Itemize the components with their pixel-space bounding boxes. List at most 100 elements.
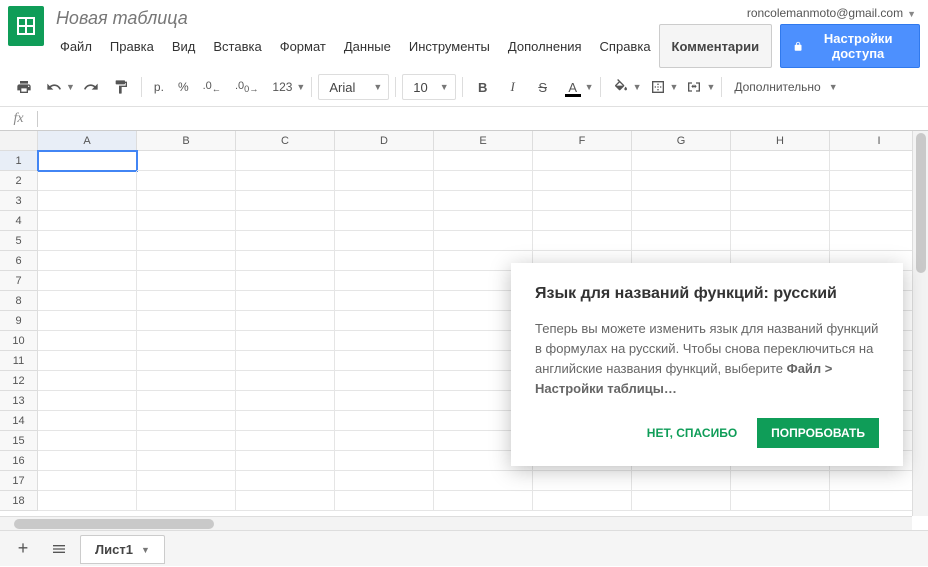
row-header[interactable]: 14	[0, 411, 38, 431]
document-title[interactable]: Новая таблица	[52, 6, 659, 31]
cell[interactable]	[533, 191, 632, 211]
cell[interactable]	[335, 451, 434, 471]
more-button[interactable]: Дополнительно▼	[728, 80, 837, 94]
sheets-logo[interactable]	[8, 6, 44, 46]
cell[interactable]	[38, 231, 137, 251]
fx-label[interactable]: fx	[0, 111, 38, 127]
menu-tools[interactable]: Инструменты	[401, 35, 498, 58]
cell[interactable]	[38, 151, 137, 171]
cell[interactable]	[632, 471, 731, 491]
cell[interactable]	[236, 151, 335, 171]
cell[interactable]	[632, 191, 731, 211]
cell[interactable]	[731, 171, 830, 191]
font-select[interactable]: Arial▼	[318, 74, 389, 100]
column-header[interactable]: G	[632, 131, 731, 151]
row-header[interactable]: 7	[0, 271, 38, 291]
percent-format[interactable]: %	[172, 80, 195, 94]
cell[interactable]	[38, 251, 137, 271]
comments-button[interactable]: Комментарии	[659, 24, 773, 68]
cell[interactable]	[137, 191, 236, 211]
column-header[interactable]: B	[137, 131, 236, 151]
cell[interactable]	[236, 451, 335, 471]
cell[interactable]	[38, 171, 137, 191]
all-sheets-button[interactable]	[44, 536, 74, 562]
cell[interactable]	[731, 231, 830, 251]
cell[interactable]	[236, 371, 335, 391]
cell[interactable]	[38, 211, 137, 231]
cell[interactable]	[236, 231, 335, 251]
cell[interactable]	[236, 471, 335, 491]
cell[interactable]	[731, 471, 830, 491]
print-icon[interactable]	[10, 74, 38, 100]
cell[interactable]	[434, 151, 533, 171]
row-header[interactable]: 18	[0, 491, 38, 511]
cell[interactable]	[632, 171, 731, 191]
menu-help[interactable]: Справка	[592, 35, 659, 58]
horizontal-scrollbar[interactable]	[0, 516, 912, 530]
cell[interactable]	[434, 171, 533, 191]
row-header[interactable]: 3	[0, 191, 38, 211]
cell[interactable]	[335, 191, 434, 211]
cell[interactable]	[335, 311, 434, 331]
row-header[interactable]: 2	[0, 171, 38, 191]
column-header[interactable]: D	[335, 131, 434, 151]
cell[interactable]	[236, 271, 335, 291]
cell[interactable]	[731, 191, 830, 211]
cell[interactable]	[137, 171, 236, 191]
cell[interactable]	[137, 211, 236, 231]
cell[interactable]	[236, 331, 335, 351]
select-all-corner[interactable]	[0, 131, 38, 151]
cell[interactable]	[38, 351, 137, 371]
merge-button[interactable]: ▼	[680, 74, 715, 100]
dialog-try-button[interactable]: ПОПРОБОВАТЬ	[757, 418, 879, 448]
menu-addons[interactable]: Дополнения	[500, 35, 590, 58]
dialog-no-button[interactable]: НЕТ, СПАСИБО	[633, 418, 751, 448]
column-header[interactable]: E	[434, 131, 533, 151]
cell[interactable]	[236, 291, 335, 311]
cell[interactable]	[236, 171, 335, 191]
cell[interactable]	[335, 491, 434, 511]
cell[interactable]	[137, 231, 236, 251]
cell[interactable]	[731, 491, 830, 511]
cell[interactable]	[137, 451, 236, 471]
column-header[interactable]: H	[731, 131, 830, 151]
add-sheet-button[interactable]: +	[8, 536, 38, 562]
menu-edit[interactable]: Правка	[102, 35, 162, 58]
row-header[interactable]: 6	[0, 251, 38, 271]
row-header[interactable]: 15	[0, 431, 38, 451]
row-header[interactable]: 16	[0, 451, 38, 471]
cell[interactable]	[137, 471, 236, 491]
decrease-decimal[interactable]: .0←	[197, 80, 227, 94]
fill-color-button[interactable]: ▼	[607, 74, 642, 100]
cell[interactable]	[533, 471, 632, 491]
menu-format[interactable]: Формат	[272, 35, 334, 58]
currency-format[interactable]: р.	[148, 80, 170, 94]
menu-view[interactable]: Вид	[164, 35, 204, 58]
cell[interactable]	[38, 431, 137, 451]
bold-button[interactable]: B	[469, 74, 497, 100]
cell[interactable]	[335, 351, 434, 371]
cell[interactable]	[533, 211, 632, 231]
cell[interactable]	[38, 291, 137, 311]
undo-button[interactable]: ▼	[40, 74, 75, 100]
text-color-button[interactable]: A▼	[559, 74, 594, 100]
cell[interactable]	[335, 331, 434, 351]
cell[interactable]	[236, 251, 335, 271]
cell[interactable]	[434, 491, 533, 511]
row-header[interactable]: 8	[0, 291, 38, 311]
cell[interactable]	[434, 471, 533, 491]
cell[interactable]	[38, 311, 137, 331]
row-header[interactable]: 13	[0, 391, 38, 411]
cell[interactable]	[38, 491, 137, 511]
cell[interactable]	[236, 431, 335, 451]
row-header[interactable]: 1	[0, 151, 38, 171]
share-button[interactable]: Настройки доступа	[780, 24, 920, 68]
cell[interactable]	[335, 411, 434, 431]
cell[interactable]	[335, 271, 434, 291]
cell[interactable]	[533, 491, 632, 511]
column-header[interactable]: A	[38, 131, 137, 151]
cell[interactable]	[38, 331, 137, 351]
cell[interactable]	[335, 251, 434, 271]
cell[interactable]	[38, 271, 137, 291]
cell[interactable]	[335, 471, 434, 491]
